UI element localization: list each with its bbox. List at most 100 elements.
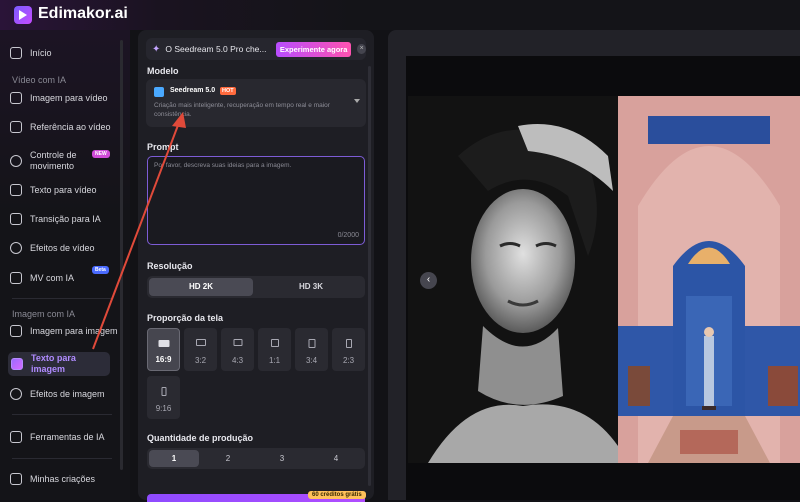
title-bar: Edimakor.ai bbox=[0, 0, 800, 30]
sidebar-item-my-creations[interactable]: Minhas criações bbox=[10, 473, 122, 485]
aspect-4-3-button[interactable]: 4:3 bbox=[221, 328, 254, 371]
aspect-1-1-button[interactable]: 1:1 bbox=[258, 328, 291, 371]
ratio-3-4-icon bbox=[308, 339, 315, 348]
sidebar-item-label: MV com IA bbox=[30, 272, 75, 283]
image-image-icon bbox=[10, 325, 22, 337]
sidebar-item-label: Referência ao vídeo bbox=[30, 121, 111, 132]
chevron-left-icon[interactable]: ‹ bbox=[420, 272, 437, 289]
sidebar-item-image-effects[interactable]: Efeitos de imagem bbox=[10, 388, 122, 400]
reference-icon bbox=[10, 121, 22, 133]
ratio-label: 3:4 bbox=[305, 356, 318, 365]
ratio-label: 2:3 bbox=[342, 356, 355, 365]
aspect-3-2-button[interactable]: 3:2 bbox=[184, 328, 217, 371]
beta-badge: Beta bbox=[92, 266, 109, 274]
sidebar-item-label: Ferramentas de IA bbox=[30, 431, 105, 442]
sidebar-item-label: Texto para vídeo bbox=[30, 184, 97, 195]
panel-scrollbar[interactable] bbox=[368, 66, 371, 486]
model-description: Criação mais inteligente, recuperação em… bbox=[154, 102, 330, 118]
ratio-16-9-icon bbox=[158, 340, 169, 347]
hot-badge: HOT bbox=[220, 87, 236, 95]
aspect-16-9-button[interactable]: 16:9 bbox=[147, 328, 180, 371]
sidebar-item-reference-video[interactable]: Referência ao vídeo bbox=[10, 121, 122, 133]
sidebar-section-video: Vídeo com IA bbox=[12, 75, 67, 85]
ratio-9-16-icon bbox=[161, 387, 166, 396]
sidebar-item-home[interactable]: Início bbox=[10, 47, 122, 59]
quantity-selector: 1 2 3 4 bbox=[147, 448, 365, 469]
motion-icon bbox=[10, 155, 22, 167]
sidebar-scrollbar[interactable] bbox=[120, 40, 123, 470]
model-label: Modelo bbox=[147, 66, 179, 76]
ratio-label: 16:9 bbox=[155, 355, 172, 364]
new-badge: NEW bbox=[92, 150, 110, 158]
tools-icon bbox=[10, 431, 22, 443]
sample-image-hotel bbox=[618, 96, 800, 463]
text-video-icon bbox=[10, 184, 22, 196]
try-now-button[interactable]: Experimente agora bbox=[275, 41, 352, 57]
sidebar-item-label: Controle de movimento bbox=[30, 150, 77, 171]
sidebar-section-image: Imagem com IA bbox=[12, 309, 76, 319]
close-icon[interactable]: × bbox=[357, 44, 366, 54]
model-select[interactable]: Seedream 5.0 HOT Criação mais inteligent… bbox=[146, 79, 366, 127]
ratio-label: 4:3 bbox=[231, 356, 244, 365]
ratio-label: 9:16 bbox=[155, 404, 172, 413]
sidebar-item-label: Transição para IA bbox=[30, 213, 101, 224]
sidebar-item-text-to-video[interactable]: Texto para vídeo bbox=[10, 184, 122, 196]
ratio-label: 1:1 bbox=[268, 356, 281, 365]
sidebar-item-label: Imagem para vídeo bbox=[30, 92, 108, 103]
sidebar-item-label: Texto para imagem bbox=[31, 353, 76, 374]
sidebar-item-label: Efeitos de imagem bbox=[30, 388, 105, 399]
aspect-9-16-button[interactable]: 9:16 bbox=[147, 376, 180, 419]
sidebar-item-image-to-image[interactable]: Imagem para imagem bbox=[10, 325, 122, 337]
aspect-ratio-label: Proporção da tela bbox=[147, 313, 224, 323]
prompt-placeholder: Por favor, descreva suas ideias para a i… bbox=[154, 162, 292, 169]
quantity-2-button[interactable]: 2 bbox=[203, 450, 253, 467]
prompt-char-count: 0/2000 bbox=[337, 232, 359, 239]
ratio-3-2-icon bbox=[195, 339, 206, 346]
sample-image-portrait bbox=[408, 96, 618, 463]
effects-icon bbox=[10, 242, 22, 254]
hotel-illustration bbox=[618, 96, 800, 463]
quantity-1-button[interactable]: 1 bbox=[149, 450, 199, 467]
prompt-label: Prompt bbox=[147, 142, 179, 152]
sidebar-item-label: Efeitos de vídeo bbox=[30, 242, 95, 253]
sparkle-icon: ✦ bbox=[152, 43, 161, 55]
sidebar-item-ai-tools[interactable]: Ferramentas de IA bbox=[10, 431, 122, 443]
ratio-label: 3:2 bbox=[194, 356, 207, 365]
ratio-1-1-icon bbox=[270, 339, 279, 347]
prompt-input[interactable]: Por favor, descreva suas ideias para a i… bbox=[147, 156, 365, 245]
sidebar-item-ai-transition[interactable]: Transição para IA bbox=[10, 213, 122, 225]
sidebar-item-label: Início bbox=[30, 47, 52, 58]
text-image-icon bbox=[11, 358, 23, 370]
sidebar-item-image-to-video[interactable]: Imagem para vídeo bbox=[10, 92, 122, 104]
ratio-2-3-icon bbox=[345, 339, 352, 348]
sidebar-divider bbox=[12, 458, 112, 459]
folder-icon bbox=[10, 473, 22, 485]
image-effects-icon bbox=[10, 388, 22, 400]
portrait-illustration bbox=[408, 96, 618, 463]
ratio-4-3-icon bbox=[233, 339, 242, 346]
seedream-logo-icon bbox=[154, 87, 164, 97]
edimakor-logo-icon[interactable] bbox=[14, 6, 32, 24]
aspect-3-4-button[interactable]: 3:4 bbox=[295, 328, 328, 371]
quantity-label: Quantidade de produção bbox=[147, 433, 254, 443]
quantity-4-button[interactable]: 4 bbox=[311, 450, 361, 467]
sidebar-item-video-effects[interactable]: Efeitos de vídeo bbox=[10, 242, 122, 254]
aspect-2-3-button[interactable]: 2:3 bbox=[332, 328, 365, 371]
resolution-2k-button[interactable]: HD 2K bbox=[149, 278, 253, 296]
resolution-label: Resolução bbox=[147, 261, 193, 271]
sidebar-divider bbox=[12, 298, 112, 299]
promo-banner[interactable]: ✦ O Seedream 5.0 Pro che... Experimente … bbox=[146, 38, 366, 60]
quantity-3-button[interactable]: 3 bbox=[257, 450, 307, 467]
free-credits-badge: 60 créditos grátis bbox=[308, 491, 366, 499]
music-video-icon bbox=[10, 272, 22, 284]
sidebar-item-text-to-image[interactable]: Texto para imagem bbox=[8, 352, 110, 376]
chevron-down-icon bbox=[354, 99, 360, 103]
home-icon bbox=[10, 47, 22, 59]
sidebar-item-label: Minhas criações bbox=[30, 473, 96, 484]
app-title: Edimakor.ai bbox=[38, 5, 128, 22]
resolution-3k-button[interactable]: HD 3K bbox=[259, 278, 363, 296]
transition-icon bbox=[10, 213, 22, 225]
promo-text: O Seedream 5.0 Pro che... bbox=[165, 44, 267, 54]
sidebar-divider bbox=[12, 414, 112, 415]
model-name: Seedream 5.0 bbox=[170, 87, 216, 94]
